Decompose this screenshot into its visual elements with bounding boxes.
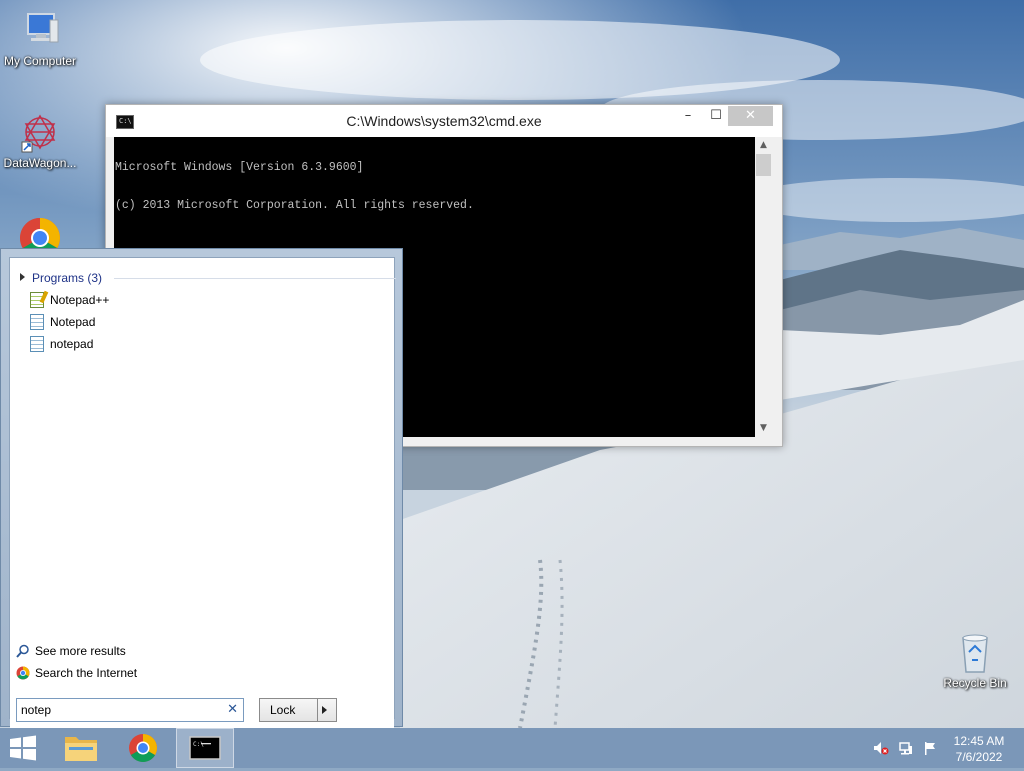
- clock-time: 12:45 AM: [953, 734, 1005, 748]
- windows-logo-icon: [10, 735, 36, 761]
- start-menu-results-panel: Programs (3) Notepad++ Notepad notepad S…: [9, 257, 396, 728]
- result-item-notepad-lowercase[interactable]: notepad: [30, 334, 380, 354]
- desktop-icon-datawagon[interactable]: DataWagon...: [0, 110, 80, 170]
- search-input[interactable]: [21, 701, 221, 719]
- lock-button-label: Lock: [270, 703, 296, 717]
- start-menu: Programs (3) Notepad++ Notepad notepad S…: [0, 248, 403, 728]
- vertical-scrollbar[interactable]: ▲ ▼: [755, 137, 772, 437]
- scroll-down-icon[interactable]: ▼: [755, 420, 772, 437]
- computer-icon: [18, 8, 62, 52]
- taskbar-clock[interactable]: 12:45 AM 7/6/2022: [944, 733, 1014, 765]
- clear-search-icon[interactable]: ✕: [227, 702, 238, 718]
- result-label: notepad: [50, 337, 94, 351]
- svg-text:C:\: C:\: [193, 741, 204, 748]
- lock-button[interactable]: Lock: [259, 698, 337, 722]
- minimize-button[interactable]: –: [674, 106, 702, 126]
- clock-date: 7/6/2022: [955, 750, 1003, 764]
- action-center-flag-icon[interactable]: [922, 740, 938, 756]
- chrome-icon: [16, 666, 30, 680]
- desktop-icon-my-computer[interactable]: My Computer: [0, 8, 80, 68]
- start-button[interactable]: [8, 734, 38, 762]
- scroll-up-icon[interactable]: ▲: [755, 137, 772, 154]
- scroll-thumb[interactable]: [756, 154, 771, 176]
- taskbar-file-explorer[interactable]: [52, 728, 110, 768]
- expand-triangle-icon: [20, 273, 25, 281]
- close-button[interactable]: ✕: [728, 106, 773, 126]
- volume-muted-icon[interactable]: [873, 740, 889, 756]
- search-the-internet-link[interactable]: Search the Internet: [16, 663, 316, 683]
- folder-icon: [65, 737, 97, 761]
- see-more-results-link[interactable]: See more results: [16, 641, 316, 661]
- notepad-plus-plus-icon: [30, 292, 44, 308]
- network-icon[interactable]: [898, 740, 914, 756]
- console-line: Microsoft Windows [Version 6.3.9600]: [115, 161, 364, 174]
- result-label: Notepad++: [50, 293, 110, 307]
- programs-section-header[interactable]: Programs (3): [20, 271, 396, 287]
- search-the-internet-label: Search the Internet: [35, 666, 138, 680]
- start-search-box[interactable]: ✕: [16, 698, 244, 722]
- section-divider: [114, 278, 396, 279]
- programs-section-label: Programs (3): [32, 271, 103, 285]
- notepad-icon: [30, 314, 44, 330]
- cmd-titlebar[interactable]: C:\ C:\Windows\system32\cmd.exe – ☐ ✕: [106, 105, 782, 137]
- result-item-notepad-plus-plus[interactable]: Notepad++: [30, 290, 380, 310]
- desktop-icon-label: Recycle Bin: [943, 676, 1007, 690]
- taskbar-command-prompt[interactable]: C:\: [176, 728, 234, 768]
- desktop-icon-recycle-bin[interactable]: Recycle Bin: [935, 630, 1015, 690]
- desktop-icon-label: DataWagon...: [3, 156, 77, 170]
- maximize-button[interactable]: ☐: [702, 106, 730, 126]
- recycle-bin-icon: [953, 630, 997, 674]
- chrome-icon: [129, 734, 157, 762]
- chrome-icon: [18, 214, 62, 248]
- taskbar: C:\ 12:45 AM 7/6/2022: [0, 728, 1024, 768]
- datawagon-logo-icon: [18, 110, 62, 154]
- desktop-icon-chrome[interactable]: [0, 214, 80, 248]
- button-divider: [317, 699, 318, 721]
- see-more-results-label: See more results: [35, 644, 126, 658]
- chevron-right-icon[interactable]: [322, 706, 327, 714]
- result-item-notepad[interactable]: Notepad: [30, 312, 380, 332]
- search-icon: [16, 644, 30, 658]
- notepad-icon: [30, 336, 44, 352]
- command-prompt-icon: C:\: [189, 736, 221, 760]
- desktop-icon-label: My Computer: [3, 54, 77, 68]
- start-menu-bottom-bar: ✕ Lock: [10, 688, 394, 728]
- result-label: Notepad: [50, 315, 96, 329]
- taskbar-chrome[interactable]: [114, 728, 172, 768]
- console-line: (c) 2013 Microsoft Corporation. All righ…: [115, 198, 474, 212]
